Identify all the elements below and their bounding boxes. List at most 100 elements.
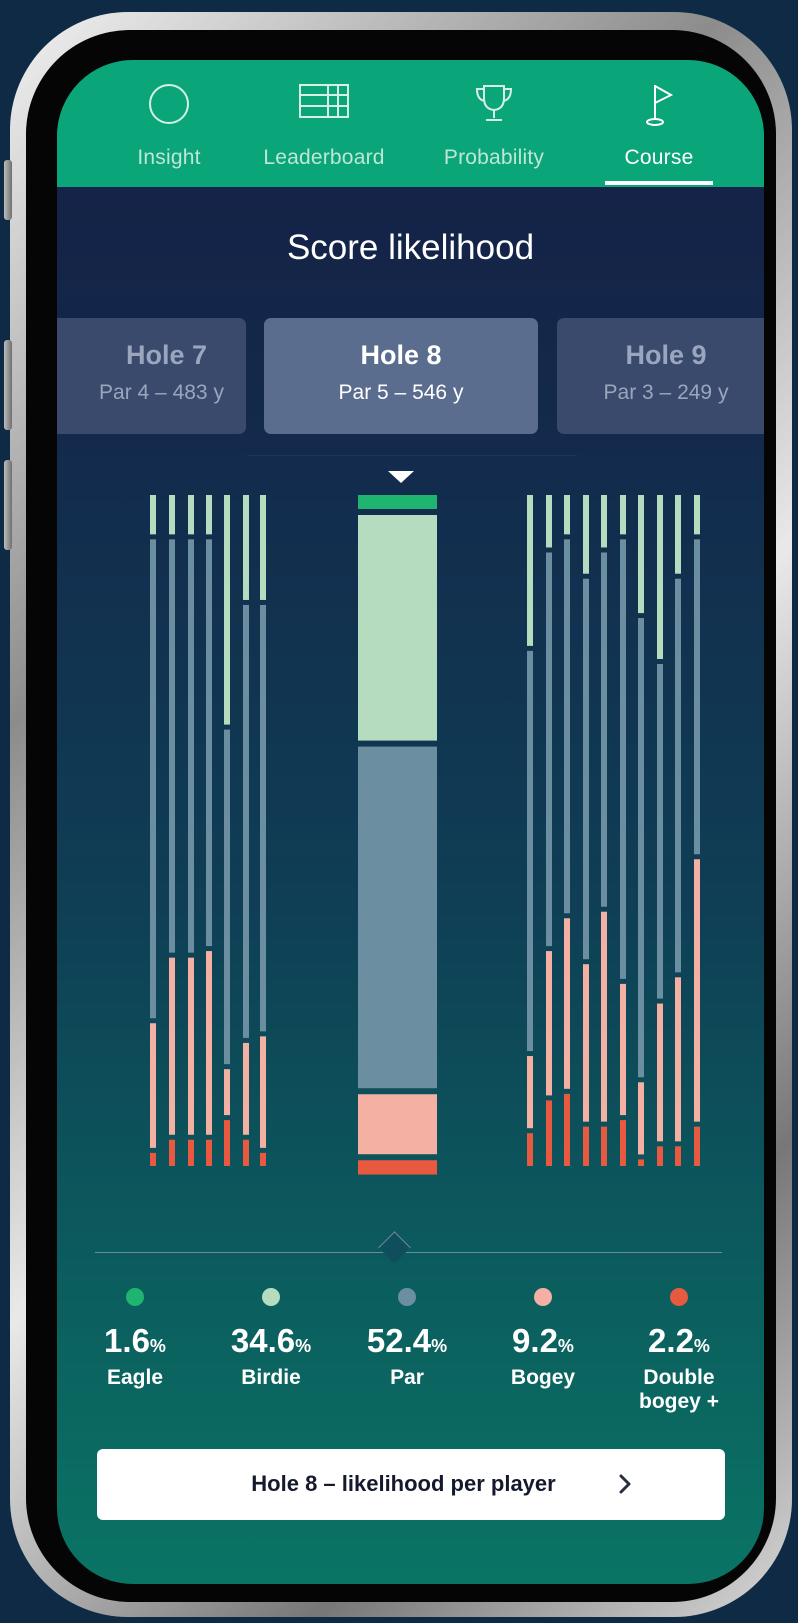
player-bar-17-segment-bogey	[694, 859, 700, 1122]
volume-up-button	[4, 340, 12, 430]
legend-value: 2.2	[648, 1322, 694, 1359]
main-bar-segment-eagle	[358, 495, 437, 509]
player-bar-6-segment-birdie	[243, 495, 249, 600]
player-bar-11-segment-par	[583, 578, 589, 960]
mute-switch	[4, 160, 12, 220]
player-bar-4-segment-par	[206, 539, 212, 947]
legend-eagle: 1.6% Eagle	[75, 1288, 195, 1390]
player-bar-8-segment-birdie	[527, 495, 533, 646]
player-likelihood-label: Hole 8 – likelihood per player	[251, 1471, 556, 1496]
legend-label: Par	[390, 1366, 424, 1389]
main-bar-segment-birdie	[358, 515, 437, 741]
player-bar-10-segment-bogey	[564, 918, 570, 1089]
player-bar-9-segment-birdie	[546, 495, 552, 548]
app-screen: Insight Leaderboard Probability Course S…	[57, 60, 764, 1584]
player-bar-6-segment-bogey	[243, 1042, 249, 1135]
player-bar-17-segment-double-bogey	[694, 1126, 700, 1166]
player-bar-14-segment-double-bogey	[638, 1159, 644, 1166]
player-bar-16-segment-double-bogey	[675, 1146, 681, 1166]
player-bar-6-segment-par	[243, 604, 249, 1038]
player-bar-16-segment-bogey	[675, 977, 681, 1142]
player-bar-13-segment-double-bogey	[620, 1120, 626, 1166]
legend-unit: %	[149, 1336, 166, 1356]
player-bar-13-segment-bogey	[620, 983, 626, 1116]
player-bar-2-segment-birdie	[169, 495, 175, 535]
player-bar-4-segment-double-bogey	[206, 1139, 212, 1166]
legend-unit: %	[295, 1336, 312, 1356]
player-bar-11-segment-birdie	[583, 495, 589, 574]
legend-birdie: 34.6% Birdie	[211, 1288, 331, 1390]
legend-label-line2: bogey +	[639, 1390, 719, 1413]
player-bar-7-segment-bogey	[260, 1036, 266, 1148]
legend-unit: %	[431, 1336, 448, 1356]
legend-value: 1.6	[104, 1322, 150, 1359]
player-bar-5-segment-par	[224, 729, 230, 1065]
player-bar-11-segment-bogey	[583, 964, 589, 1122]
player-bar-17-segment-par	[694, 539, 700, 855]
player-bar-10-segment-birdie	[564, 495, 570, 535]
legend-bogey: 9.2% Bogey	[483, 1288, 603, 1390]
legend-value: 34.6	[230, 1322, 296, 1359]
legend-dot	[534, 1288, 552, 1306]
player-bar-1-segment-par	[150, 539, 156, 1019]
player-bar-16-segment-par	[675, 578, 681, 973]
player-bar-9-segment-par	[546, 552, 552, 947]
player-bar-3-segment-bogey	[188, 957, 194, 1135]
player-bar-13-segment-birdie	[620, 495, 626, 535]
player-bar-4-segment-bogey	[206, 951, 212, 1135]
player-bar-10-segment-par	[564, 539, 570, 914]
legend-dot	[126, 1288, 144, 1306]
player-bar-7-segment-birdie	[260, 495, 266, 600]
player-bar-8-segment-par	[527, 650, 533, 1052]
player-bar-15-segment-birdie	[657, 495, 663, 659]
player-bar-12-segment-bogey	[601, 911, 607, 1122]
player-bar-6-segment-double-bogey	[243, 1139, 249, 1166]
player-bar-14-segment-birdie	[638, 495, 644, 614]
legend-double-bogey: 2.2% Double bogey +	[619, 1288, 739, 1414]
player-bar-11-segment-double-bogey	[583, 1126, 589, 1166]
player-bar-5-segment-bogey	[224, 1069, 230, 1116]
player-bar-7-segment-double-bogey	[260, 1152, 266, 1166]
player-bar-9-segment-double-bogey	[546, 1100, 552, 1166]
legend-label: Bogey	[510, 1366, 576, 1389]
player-bar-3-segment-par	[188, 539, 194, 953]
volume-down-button	[4, 460, 12, 550]
player-bar-12-segment-double-bogey	[601, 1126, 607, 1166]
player-bar-15-segment-bogey	[657, 1003, 663, 1142]
player-bar-7-segment-par	[260, 604, 266, 1032]
player-bar-1-segment-birdie	[150, 495, 156, 535]
main-bar-segment-par	[358, 746, 437, 1089]
player-bar-5-segment-double-bogey	[224, 1120, 230, 1166]
player-bar-13-segment-par	[620, 539, 626, 979]
player-bar-10-segment-double-bogey	[564, 1093, 570, 1166]
player-bar-2-segment-par	[169, 539, 175, 953]
player-bar-9-segment-bogey	[546, 951, 552, 1096]
player-likelihood-button[interactable]: Hole 8 – likelihood per player	[97, 1449, 725, 1520]
legend-par: 52.4% Par	[347, 1288, 467, 1390]
legend-dot	[398, 1288, 416, 1306]
legend-label: Birdie	[241, 1366, 301, 1389]
player-bar-1-segment-bogey	[150, 1023, 156, 1148]
legend-value: 52.4	[366, 1322, 432, 1359]
chart-baseline	[95, 1252, 722, 1253]
legend-label-line1: Double	[643, 1366, 715, 1389]
player-bar-2-segment-bogey	[169, 957, 175, 1135]
legend-dot	[670, 1288, 688, 1306]
player-bar-1-segment-double-bogey	[150, 1152, 156, 1166]
player-bar-5-segment-birdie	[224, 495, 230, 725]
player-bar-8-segment-double-bogey	[527, 1133, 533, 1166]
main-bar-segment-bogey	[358, 1094, 437, 1155]
player-bar-3-segment-double-bogey	[188, 1139, 194, 1166]
player-bar-14-segment-par	[638, 618, 644, 1078]
player-bar-8-segment-bogey	[527, 1056, 533, 1129]
player-bar-12-segment-par	[601, 552, 607, 907]
chevron-right-icon	[617, 1472, 633, 1501]
legend-value: 9.2	[512, 1322, 558, 1359]
legend-unit: %	[693, 1336, 710, 1356]
main-bar-segment-double-bogey	[358, 1160, 437, 1175]
player-bar-17-segment-birdie	[694, 495, 700, 535]
legend-dot	[262, 1288, 280, 1306]
legend-unit: %	[557, 1336, 574, 1356]
player-bar-2-segment-double-bogey	[169, 1139, 175, 1166]
legend-label: Eagle	[106, 1366, 164, 1389]
